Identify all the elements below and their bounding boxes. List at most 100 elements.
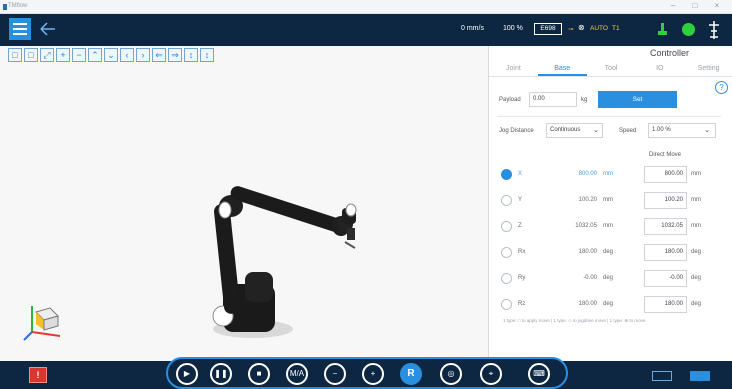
axis-row: Z 1032.05 mm 1032.05 mm: [489, 217, 732, 237]
robot-button[interactable]: R: [400, 363, 422, 385]
axis-radio[interactable]: [501, 273, 512, 284]
3d-viewport[interactable]: □ □ ⤢ + − ⌃ ⌄ ‹ › ⇐ ⇒ ↕ ↕: [0, 46, 488, 361]
axis-unit: deg: [603, 301, 614, 307]
user-icon[interactable]: [706, 19, 722, 41]
display-icon[interactable]: [690, 371, 710, 381]
speed-down-button[interactable]: −: [324, 363, 346, 385]
direct-move-label: Direct Move: [649, 152, 682, 158]
back-arrow-icon[interactable]: [38, 19, 58, 39]
axis-current-value: 100.20: [578, 197, 597, 203]
direct-move-unit: deg: [691, 249, 702, 255]
direct-move-input[interactable]: -0.00: [644, 270, 687, 287]
mode-label: AUTO: [590, 25, 608, 32]
rotate-down-button[interactable]: ⌄: [104, 48, 118, 62]
direct-move-unit: mm: [691, 171, 701, 177]
keyboard-button[interactable]: ⌨: [528, 363, 550, 385]
axis-radio[interactable]: [501, 247, 512, 258]
tcp-speed: 0 mm/s: [461, 25, 484, 32]
window-titlebar: TMflow – □ ×: [0, 0, 732, 14]
axis-radio[interactable]: [501, 299, 512, 310]
direct-move-input[interactable]: 800.00: [644, 166, 687, 183]
pause-button[interactable]: ❚❚: [210, 363, 232, 385]
tab-setting[interactable]: Setting: [684, 63, 732, 76]
axis-row: X 800.00 mm 800.00 mm: [489, 165, 732, 185]
tab-joint[interactable]: Joint: [489, 63, 538, 76]
manual-auto-button[interactable]: M/A: [286, 363, 308, 385]
payload-input[interactable]: 0.00: [529, 92, 577, 107]
axis-name: Rx: [518, 249, 526, 255]
panel-title: Controller: [649, 48, 689, 58]
direct-move-input[interactable]: 180.00: [644, 296, 687, 313]
robot-arm-model[interactable]: [195, 164, 370, 344]
zoom-out-button[interactable]: −: [72, 48, 86, 62]
axis-row: Rx 180.00 deg 180.00 deg: [489, 243, 732, 263]
minimize-button[interactable]: –: [664, 1, 682, 10]
view-box-button[interactable]: □: [24, 48, 38, 62]
tab-tool[interactable]: Tool: [587, 63, 636, 76]
viewport-toolbar: □ □ ⤢ + − ⌃ ⌄ ‹ › ⇐ ⇒ ↕ ↕: [8, 48, 214, 62]
jog-distance-select[interactable]: Continuous ⌄: [546, 123, 603, 138]
chevron-down-icon: ⌄: [593, 127, 599, 134]
stop-button[interactable]: ■: [248, 363, 270, 385]
axis-unit: deg: [603, 249, 614, 255]
direct-move-unit: mm: [691, 197, 701, 203]
vision-button[interactable]: ◎: [440, 363, 462, 385]
tool-name-badge[interactable]: E698: [534, 23, 562, 35]
axis-name: Y: [518, 197, 523, 203]
axis-unit: mm: [603, 171, 613, 177]
maximize-button[interactable]: □: [686, 1, 704, 10]
tab-base[interactable]: Base: [537, 63, 587, 76]
axis-orientation-gizmo-icon[interactable]: [20, 298, 66, 342]
speed-up-button[interactable]: +: [362, 363, 384, 385]
robot-status-icon: [658, 23, 667, 35]
axis-unit: mm: [603, 197, 613, 203]
axis-name: Ry: [518, 275, 526, 281]
controller-tabs: Joint Base Tool IO Setting: [489, 63, 732, 77]
axis-current-value: 1032.05: [575, 223, 597, 229]
tab-io[interactable]: IO: [635, 63, 684, 76]
pan-right-button[interactable]: ⇒: [168, 48, 182, 62]
jog-distance-label: Jog Distance: [499, 128, 534, 134]
jog-speed-select[interactable]: 1.00 % ⌄: [648, 123, 716, 138]
direct-move-input[interactable]: 1032.05: [644, 218, 687, 235]
direct-move-unit: deg: [691, 301, 702, 307]
payload-label: Payload: [499, 97, 521, 103]
jog-speed-value: 1.00 %: [652, 127, 671, 133]
axis-name: X: [518, 171, 523, 177]
divider: [497, 116, 721, 117]
close-button[interactable]: ×: [708, 1, 726, 10]
pan-left-button[interactable]: ⇐: [152, 48, 166, 62]
view-fit-button[interactable]: □: [8, 48, 22, 62]
set-payload-button[interactable]: Set: [598, 91, 677, 108]
payload-unit: kg: [581, 97, 588, 103]
tool-frame-label: T1: [612, 25, 620, 32]
axis-radio[interactable]: [501, 195, 512, 206]
keyboard-icon[interactable]: [652, 371, 672, 381]
view-expand-button[interactable]: ⤢: [40, 48, 54, 62]
freedrive-button[interactable]: ⌖: [480, 363, 502, 385]
axis-unit: mm: [603, 223, 613, 229]
emergency-stop-button[interactable]: !: [29, 367, 47, 383]
control-dock: ▶ ❚❚ ■ M/A − + R ◎ ⌖ ⌨: [166, 357, 568, 389]
pan-down-button[interactable]: ↕: [200, 48, 214, 62]
direct-move-unit: mm: [691, 223, 701, 229]
pan-up-button[interactable]: ↕: [184, 48, 198, 62]
rotate-up-button[interactable]: ⌃: [88, 48, 102, 62]
axis-current-value: 180.00: [578, 301, 597, 307]
help-icon[interactable]: ?: [715, 81, 728, 94]
axis-radio[interactable]: [501, 221, 512, 232]
menu-button[interactable]: [9, 18, 31, 40]
play-button[interactable]: ▶: [176, 363, 198, 385]
settings-icon: ⊗: [578, 23, 585, 32]
zoom-in-button[interactable]: +: [56, 48, 70, 62]
direct-move-input[interactable]: 100.20: [644, 192, 687, 209]
bottom-bar: ! ▶ ❚❚ ■ M/A − + R ◎ ⌖ ⌨: [0, 357, 732, 389]
axis-row: Rz 180.00 deg 180.00 deg: [489, 295, 732, 315]
direct-move-input[interactable]: 180.00: [644, 244, 687, 261]
speed-label: Speed: [619, 128, 637, 134]
jog-distance-value: Continuous: [550, 127, 581, 133]
rotate-left-button[interactable]: ‹: [120, 48, 134, 62]
rotate-right-button[interactable]: ›: [136, 48, 150, 62]
axis-radio[interactable]: [501, 169, 512, 180]
axis-current-value: -0.00: [583, 275, 597, 281]
